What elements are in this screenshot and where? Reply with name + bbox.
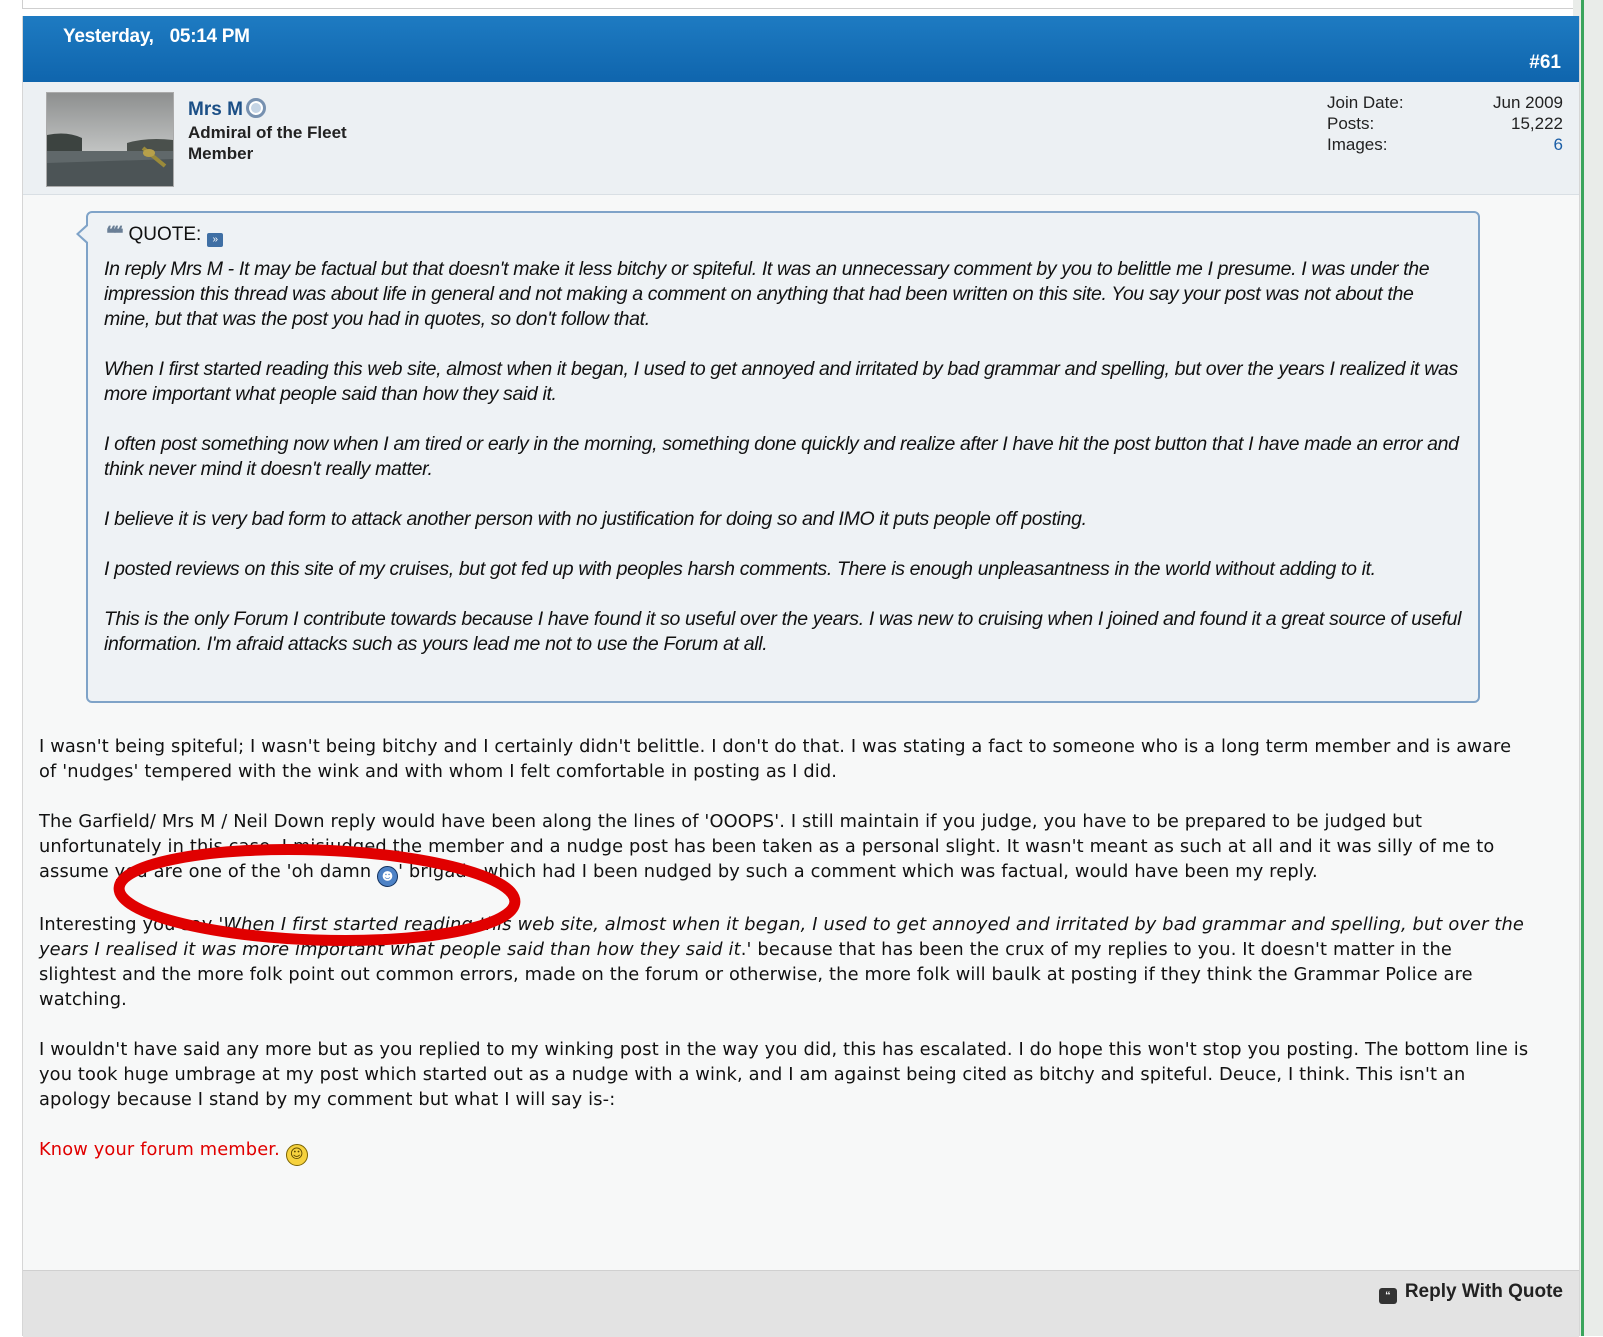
quote-paragraph: I often post something now when I am tir… (104, 433, 1459, 480)
stat-value: 15,222 (1511, 114, 1563, 133)
quote-block: ❝❝ QUOTE: » In reply Mrs M - It may be fac… (76, 211, 1480, 703)
quote-icon: ❝❝ (106, 224, 124, 245)
reply-with-quote-label: Reply With Quote (1404, 1281, 1563, 1302)
quote-pointer (76, 223, 89, 245)
post-message: I wasn't being spiteful; I wasn't being … (39, 734, 1529, 1191)
user-stats: Join Date: Jun 2009 Posts: 15,222 Images… (1327, 92, 1563, 155)
stat-value: Jun 2009 (1493, 93, 1563, 112)
post-time: 05:14 PM (169, 26, 250, 47)
quote-paragraph: I posted reviews on this site of my crui… (104, 558, 1376, 580)
previous-post-edge (22, 0, 1580, 9)
quote-header: ❝❝ QUOTE: » (106, 223, 224, 247)
post-number-link[interactable]: #61 (1529, 52, 1561, 74)
reply-with-quote-button[interactable]: “ Reply With Quote (1378, 1281, 1563, 1304)
quote-text: In reply Mrs M - It may be factual but t… (104, 257, 1464, 682)
stat-posts: Posts: 15,222 (1327, 113, 1563, 134)
quote-label: QUOTE: (128, 224, 202, 245)
post-footer: “ Reply With Quote (23, 1270, 1579, 1337)
closing-text: Know your forum member. (39, 1139, 280, 1160)
quote-paragraph: In reply Mrs M - It may be factual but t… (104, 258, 1430, 330)
post-date-day: Yesterday, (63, 26, 154, 47)
online-status-icon (245, 98, 266, 118)
message-text: ' brigade which had I been nudged by suc… (398, 861, 1318, 882)
smiley-icon: ☺ (285, 1144, 308, 1166)
username[interactable]: Mrs M (188, 99, 243, 120)
message-text: Interesting you say ' (39, 914, 224, 935)
stat-label: Posts: (1327, 114, 1375, 133)
message-paragraph: I wouldn't have said any more but as you… (39, 1039, 1529, 1110)
message-paragraph: The Garfield/ Mrs M / Neil Down reply wo… (39, 809, 1529, 887)
stat-join-date: Join Date: Jun 2009 (1327, 92, 1563, 113)
avatar-image (47, 93, 173, 186)
message-paragraph: I wasn't being spiteful; I wasn't being … (39, 736, 1512, 782)
images-count-link[interactable]: 6 (1554, 134, 1563, 155)
forum-post: Yesterday, 05:14 PM #61 Mrs M Admiral of… (22, 16, 1580, 1337)
stat-label: Join Date: (1327, 93, 1404, 112)
user-info-panel: Mrs M Admiral of the Fleet Member Join D… (23, 82, 1579, 195)
username-link[interactable]: Mrs M (188, 98, 266, 121)
reply-quote-icon: “ (1378, 1288, 1397, 1304)
user-title: Admiral of the Fleet Member (188, 122, 347, 164)
post-date: Yesterday, 05:14 PM (63, 26, 250, 48)
stat-label: Images: (1327, 135, 1388, 154)
user-rank: Admiral of the Fleet (188, 123, 347, 142)
quote-paragraph: This is the only Forum I contribute towa… (104, 608, 1462, 655)
message-paragraph: Interesting you say 'When I first starte… (39, 912, 1529, 1012)
grin-emoji-icon: ☻ (377, 866, 399, 887)
post-header: Yesterday, 05:14 PM #61 (23, 16, 1579, 82)
quote-paragraph: When I first started reading this web si… (104, 358, 1458, 405)
quote-paragraph: I believe it is very bad form to attack … (104, 508, 1087, 530)
avatar[interactable] (46, 92, 174, 187)
goto-post-icon[interactable]: » (207, 233, 224, 247)
user-group: Member (188, 144, 254, 163)
stat-images: Images: 6 (1327, 134, 1563, 155)
message-closing: Know your forum member. ☺ (39, 1137, 1529, 1166)
